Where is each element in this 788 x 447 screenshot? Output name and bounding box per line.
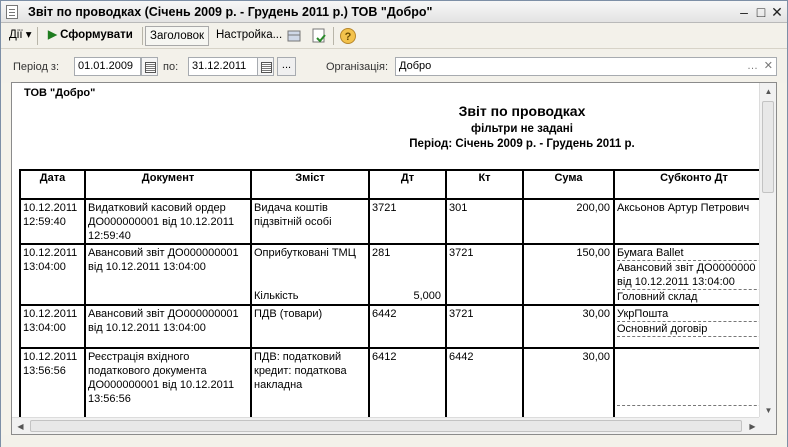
save-settings-icon[interactable] [310,27,328,45]
close-icon[interactable]: ✕ [769,4,785,20]
column-header-date: Дата [19,169,86,200]
report-window: Звіт по проводках (Січень 2009 р. - Груд… [0,0,788,447]
calendar-icon[interactable] [257,57,274,76]
table-header-row: Дата Документ Зміст Дт Кт Сума Субконто … [19,169,775,200]
scroll-corner [759,417,776,434]
period-from-input[interactable]: 01.01.2009 [74,57,141,76]
debit-cell: 6442 [368,305,447,349]
document-cell[interactable]: Авансовий звіт ДО000000001 від 10.12.2011… [84,244,252,306]
date-cell: 10.12.2011 13:04:00 [19,305,86,349]
report-spreadsheet: ТОВ "Добро" Звіт по проводках фільтри не… [11,82,777,435]
toolbar-separator [333,27,334,45]
bottom-bar [1,435,787,447]
report-filter-note: фільтри не задані [471,123,573,135]
content-cell: ПДВ (товари) [250,305,370,349]
filter-bar: Період з: 01.01.2009 по: 31.12.2011 ... … [1,49,787,83]
subconto-cell[interactable]: Бумага Ballet Авансовий звіт ДО0000000 від… [613,244,775,306]
date-cell: 10.12.2011 13:04:00 [19,244,86,306]
postings-table: Дата Документ Зміст Дт Кт Сума Субконто … [19,169,775,422]
content-cell: ПДВ: податковий кредит: податкова накладна [250,348,370,422]
debit-cell: 6412 [368,348,447,422]
generate-button[interactable]: ▶ Сформувати [48,26,133,46]
credit-cell: 3721 [445,244,524,306]
credit-cell: 6442 [445,348,524,422]
sum-cell: 200,00 [522,199,615,245]
minimize-icon[interactable]: – [736,4,752,20]
column-header-debit: Дт [368,169,447,200]
document-cell[interactable]: Видатковий касовий ордер ДО000000001 від … [84,199,252,245]
date-cell: 10.12.2011 13:56:56 [19,348,86,422]
debit-cell: 3721 [368,199,447,245]
calendar-icon[interactable] [141,57,158,76]
actions-menu[interactable]: Дії ▾ [9,26,32,46]
period-select-button[interactable]: ... [277,57,296,76]
credit-cell: 3721 [445,305,524,349]
debit-quantity: 5,000 [413,290,441,302]
table-row[interactable]: 10.12.2011 12:59:40 Видатковий касовий ор… [19,199,775,245]
sum-cell: 150,00 [522,244,615,306]
select-dots-icon[interactable]: … [747,58,758,75]
maximize-icon[interactable]: □ [753,4,769,20]
subconto-cell[interactable]: УкрПошта Основний договір [613,305,775,349]
sum-cell: 30,00 [522,305,615,349]
sum-cell: 30,00 [522,348,615,422]
document-icon [6,5,18,19]
organization-label: Організація: [326,61,388,73]
period-from-label: Період з: [13,61,60,73]
subconto-cell[interactable] [613,348,775,422]
horizontal-scroll-thumb[interactable] [30,420,742,432]
period-to-label: по: [163,61,179,73]
debit-cell: 281 5,000 [368,244,447,306]
scroll-right-icon[interactable]: ▶ [745,419,760,434]
credit-cell: 301 [445,199,524,245]
subconto-cell[interactable]: Аксьонов Артур Петрович [613,199,775,245]
vertical-scrollbar[interactable]: ▲ ▼ [759,83,776,419]
report-period: Період: Січень 2009 р. - Грудень 2011 р. [409,138,635,150]
content-cell: Оприбутковані ТМЦ Кількість [250,244,370,306]
report-title: Звіт по проводках [458,103,586,119]
column-header-sum: Сума [522,169,615,200]
scroll-down-icon[interactable]: ▼ [761,403,776,418]
table-settings-icon[interactable] [286,27,304,45]
document-cell[interactable]: Авансовий звіт ДО000000001 від 10.12.2011… [84,305,252,349]
date-cell: 10.12.2011 12:59:40 [19,199,86,245]
toolbar: Дії ▾ ▶ Сформувати Заголовок Настройка..… [1,23,787,49]
scroll-left-icon[interactable]: ◀ [13,419,28,434]
table-row[interactable]: 10.12.2011 13:04:00 Авансовий звіт ДО0000… [19,305,775,349]
toolbar-separator [37,27,38,45]
play-icon: ▶ [48,29,57,41]
svg-text:?: ? [345,31,352,43]
generate-label: Сформувати [60,29,133,41]
organization-value: Добро [399,60,432,72]
content-cell: Видача коштів підзвітній особі [250,199,370,245]
column-header-content: Зміст [250,169,370,200]
vertical-scroll-thumb[interactable] [762,101,774,193]
title-bar: Звіт по проводках (Січень 2009 р. - Груд… [1,1,787,23]
clear-icon[interactable]: ✕ [764,58,773,75]
toolbar-separator [142,27,143,45]
column-header-subconto-dt: Субконто Дт [613,169,775,200]
actions-label: Дії [9,29,23,41]
table-row[interactable]: 10.12.2011 13:04:00 Авансовий звіт ДО0000… [19,244,775,306]
document-cell[interactable]: Реєстрація вхідного податкового документа… [84,348,252,422]
column-header-credit: Кт [445,169,524,200]
period-to-input[interactable]: 31.12.2011 [188,57,258,76]
column-header-document: Документ [84,169,252,200]
header-toggle-button[interactable]: Заголовок [145,26,210,46]
horizontal-scrollbar[interactable]: ◀ ▶ [12,417,761,434]
report-organization: ТОВ "Добро" [24,87,96,99]
organization-input[interactable]: Добро … ✕ [395,57,777,76]
help-icon[interactable]: ? [339,27,357,45]
scroll-up-icon[interactable]: ▲ [761,84,776,99]
window-title: Звіт по проводках (Січень 2009 р. - Груд… [28,5,433,19]
settings-button[interactable]: Настройка... [216,26,282,46]
table-row[interactable]: 10.12.2011 13:56:56 Реєстрація вхідного по… [19,348,775,422]
